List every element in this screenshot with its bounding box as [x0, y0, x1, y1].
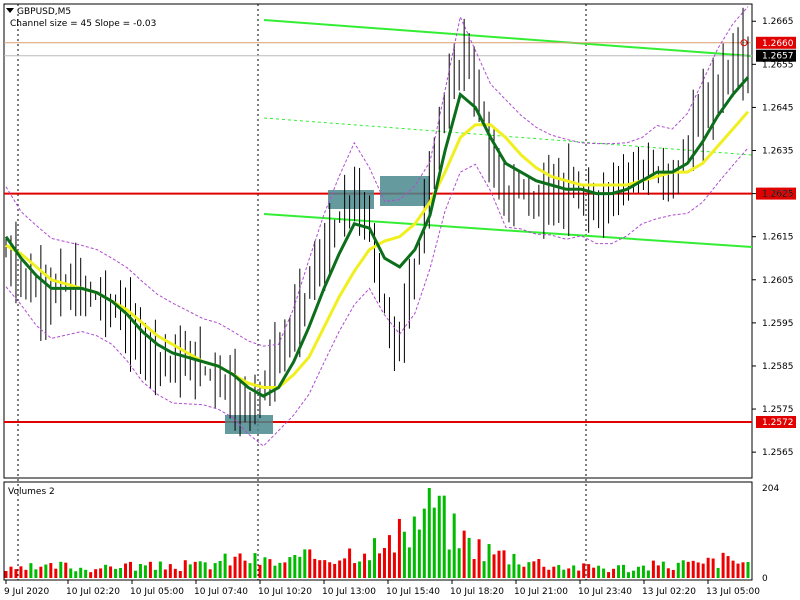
- price-tick-label: 1.2605: [762, 276, 794, 286]
- chart-window: GBPUSD,M5 Channel size = 45 Slope = -0.0…: [0, 0, 800, 600]
- marker-box: [328, 190, 374, 209]
- price-tick-label: 1.2585: [762, 362, 794, 372]
- price-tick-label: 1.2645: [762, 103, 794, 113]
- price-tick-label: 1.2635: [762, 147, 794, 157]
- price-tick-label: 1.2595: [762, 319, 794, 329]
- time-tick-label: 10 Jul 13:00: [322, 587, 376, 597]
- price-tick-label: 1.2665: [762, 17, 794, 27]
- ask-price-label: 1.2660: [762, 39, 794, 49]
- price-tick-label: 1.2615: [762, 233, 794, 243]
- time-tick-label: 10 Jul 15:40: [386, 587, 440, 597]
- time-tick-label: 9 Jul 2020: [4, 587, 49, 597]
- time-tick-label: 13 Jul 02:20: [642, 587, 696, 597]
- time-tick-label: 10 Jul 23:40: [578, 587, 632, 597]
- price-tick-label: 1.2655: [762, 60, 794, 70]
- time-tick-label: 10 Jul 21:00: [514, 587, 568, 597]
- time-tick-label: 10 Jul 10:20: [258, 587, 312, 597]
- time-tick-label: 13 Jul 05:00: [706, 587, 760, 597]
- price-chart: GBPUSD,M5 Channel size = 45 Slope = -0.0…: [0, 0, 800, 600]
- price-tick-label: 1.2575: [762, 405, 794, 415]
- time-tick-label: 10 Jul 05:00: [130, 587, 184, 597]
- time-tick-label: 10 Jul 18:20: [450, 587, 504, 597]
- indicator-label: Channel size = 45 Slope = -0.03: [10, 19, 156, 29]
- volume-tick-label: 0: [762, 574, 768, 584]
- level-price-label: 1.2572: [762, 418, 794, 428]
- volume-tick-label: 204: [762, 484, 779, 494]
- volumes-label: Volumes 2: [8, 487, 55, 497]
- price-tick-label: 1.2565: [762, 448, 794, 458]
- chart-background: [0, 0, 800, 600]
- time-tick-label: 10 Jul 02:20: [66, 587, 120, 597]
- symbol-label: GBPUSD,M5: [17, 7, 71, 17]
- marker-box: [225, 415, 273, 434]
- price-tick-label: 1.2625: [762, 190, 794, 200]
- time-tick-label: 10 Jul 07:40: [194, 587, 248, 597]
